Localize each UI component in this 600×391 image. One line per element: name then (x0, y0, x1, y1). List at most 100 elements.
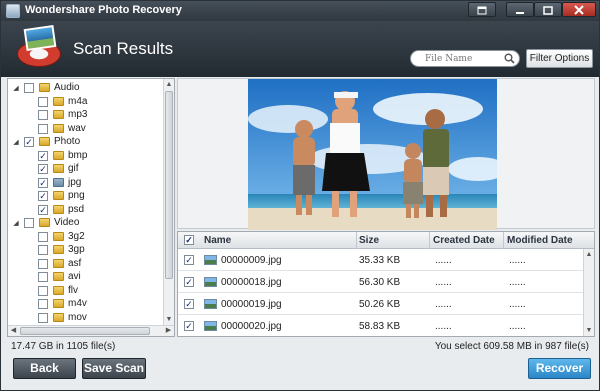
scroll-left-icon[interactable]: ◀ (8, 326, 19, 336)
tree-horizontal-scrollbar[interactable]: ◀ ▶ (8, 325, 174, 336)
table-scroll-up-icon[interactable]: ▲ (584, 249, 594, 260)
tree-folder-audio[interactable]: ◢ Audio (8, 81, 164, 95)
tree-checkbox[interactable]: ✓ (38, 150, 48, 161)
tree-item-3g2[interactable]: 3g2 (8, 230, 164, 244)
tree-item-label: 3gp (68, 244, 85, 255)
file-name: 00000009.jpg (221, 255, 282, 266)
restore-button[interactable] (468, 2, 496, 17)
tree-checkbox[interactable]: ✓ (38, 191, 48, 201)
tree-scroll-thumb[interactable] (165, 91, 173, 279)
folder-icon (53, 96, 64, 106)
row-checkbox[interactable]: ✓ (184, 299, 194, 309)
folder-icon (39, 83, 50, 92)
file-size: 58.83 KB (359, 321, 401, 332)
tree-item-gif[interactable]: ✓ gif (8, 162, 164, 176)
restore-icon (477, 6, 487, 15)
scroll-right-icon[interactable]: ▶ (163, 326, 174, 336)
scroll-up-icon[interactable]: ▲ (164, 79, 174, 90)
minimize-button[interactable] (506, 2, 534, 17)
tree-item-label: mp3 (68, 109, 88, 120)
tree-checkbox[interactable] (24, 218, 34, 228)
tree-checkbox[interactable] (38, 245, 48, 255)
tree-item-asf[interactable]: asf (8, 257, 164, 271)
row-checkbox[interactable]: ✓ (184, 277, 194, 287)
tree-checkbox[interactable] (38, 123, 48, 134)
tree-hscroll-thumb[interactable] (20, 327, 150, 335)
tree-item-avi[interactable]: avi (8, 270, 164, 284)
filter-options-button[interactable]: Filter Options (526, 49, 593, 68)
tree-item-png[interactable]: ✓ png (8, 189, 164, 203)
tree-checkbox[interactable]: ✓ (38, 204, 48, 215)
save-scan-button[interactable]: Save Scan (82, 358, 146, 379)
search-input[interactable] (425, 53, 503, 65)
tree-list: ◢ Audio m4a mp3 wav ◢ ✓ Photo ✓ bmp ✓ gif ✓ jpg ✓ png ✓ p… (8, 79, 164, 325)
column-header-modified[interactable]: Modified Date (507, 235, 573, 246)
expand-arrow-icon[interactable]: ◢ (11, 217, 21, 230)
close-button[interactable] (562, 2, 596, 17)
tree-vertical-scrollbar[interactable]: ▲ ▼ (163, 79, 174, 325)
tree-item-m4a[interactable]: m4a (8, 95, 164, 109)
column-header-size[interactable]: Size (359, 235, 379, 246)
file-name: 00000019.jpg (221, 299, 282, 310)
column-header-created[interactable]: Created Date (433, 235, 495, 246)
tree-item-mp3[interactable]: mp3 (8, 108, 164, 122)
tree-checkbox[interactable]: ✓ (38, 164, 48, 174)
tree-checkbox[interactable] (38, 231, 48, 242)
title-bar: Wondershare Photo Recovery (1, 1, 599, 21)
back-button[interactable]: Back (13, 358, 76, 379)
table-row[interactable]: ✓ 00000020.jpg 58.83 KB............ (178, 315, 584, 336)
tree-item-wav[interactable]: wav (8, 122, 164, 136)
table-row[interactable]: ✓ 00000019.jpg 50.26 KB............ (178, 293, 584, 315)
expand-arrow-icon[interactable]: ◢ (11, 136, 21, 149)
tree-item-bmp[interactable]: ✓ bmp (8, 149, 164, 163)
tree-checkbox[interactable] (38, 285, 48, 296)
column-header-name[interactable]: Name (204, 235, 231, 246)
minimize-icon (516, 12, 524, 14)
tree-item-label: jpg (68, 176, 82, 188)
tree-item-3gp[interactable]: 3gp (8, 243, 164, 257)
recover-button[interactable]: Recover (528, 358, 591, 379)
table-vertical-scrollbar[interactable]: ▲ ▼ (583, 249, 594, 336)
folder-icon (53, 177, 64, 187)
tree-item-label: Audio (54, 82, 80, 93)
tree-item-m4v[interactable]: m4v (8, 297, 164, 311)
select-all-checkbox[interactable]: ✓ (184, 235, 194, 245)
tree-checkbox[interactable]: ✓ (38, 177, 48, 188)
tree-item-psd[interactable]: ✓ psd (8, 203, 164, 217)
maximize-button[interactable] (534, 2, 562, 17)
tree-item-label: avi (68, 271, 81, 282)
close-icon (574, 5, 584, 15)
tree-checkbox[interactable] (38, 272, 48, 282)
file-type-tree: ◢ Audio m4a mp3 wav ◢ ✓ Photo ✓ bmp ✓ gif ✓ jpg ✓ png ✓ p… (7, 78, 175, 337)
tree-checkbox[interactable] (38, 96, 48, 107)
tree-item-flv[interactable]: flv (8, 284, 164, 298)
table-scroll-down-icon[interactable]: ▼ (584, 325, 594, 336)
tree-checkbox[interactable] (38, 312, 48, 323)
image-file-icon (204, 277, 217, 287)
tree-checkbox[interactable] (38, 299, 48, 309)
scroll-down-icon[interactable]: ▼ (164, 314, 174, 325)
folder-icon (53, 258, 64, 268)
table-row[interactable]: ✓ 00000009.jpg 35.33 KB............ (178, 249, 584, 271)
tree-checkbox[interactable]: ✓ (24, 137, 34, 147)
row-checkbox[interactable]: ✓ (184, 321, 194, 331)
tree-checkbox[interactable] (38, 110, 48, 120)
tree-folder-photo[interactable]: ◢ ✓ Photo (8, 135, 164, 149)
search-box[interactable] (410, 50, 520, 67)
created-date: ...... (435, 277, 452, 288)
row-checkbox[interactable]: ✓ (184, 255, 194, 265)
folder-icon (53, 164, 64, 173)
folder-icon (53, 191, 64, 200)
folder-icon (53, 245, 64, 254)
table-row[interactable]: ✓ 00000018.jpg 56.30 KB............ (178, 271, 584, 293)
tree-checkbox[interactable] (38, 258, 48, 269)
tree-folder-video[interactable]: ◢ Video (8, 216, 164, 230)
folder-icon (53, 299, 64, 308)
search-icon[interactable] (504, 53, 515, 64)
image-file-icon (204, 321, 217, 331)
tree-checkbox[interactable] (24, 83, 34, 93)
folder-icon (53, 312, 64, 322)
tree-item-mov[interactable]: mov (8, 311, 164, 325)
expand-arrow-icon[interactable]: ◢ (11, 82, 21, 95)
tree-item-jpg[interactable]: ✓ jpg (8, 176, 164, 190)
